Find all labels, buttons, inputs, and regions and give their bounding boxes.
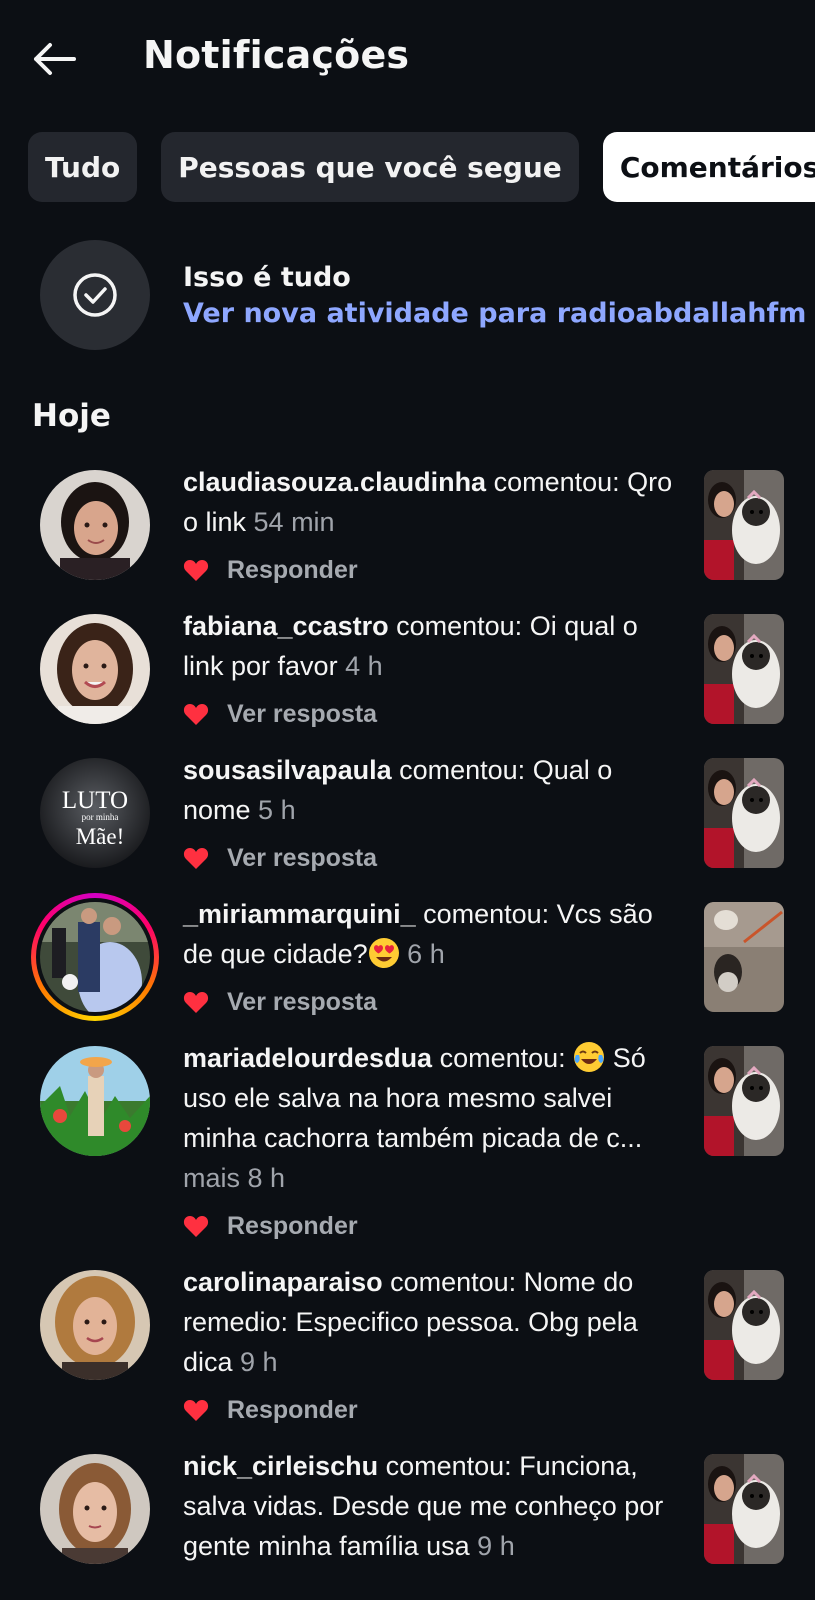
verb: comentou: — [432, 1043, 566, 1073]
heart-icon[interactable] — [183, 1398, 209, 1422]
notification-text: _miriammarquini_ comentou: Vcs são de qu… — [183, 894, 683, 974]
page-title: Notificações — [143, 33, 410, 77]
notification-actions: Responder — [183, 552, 358, 588]
section-title-today: Hoje — [32, 398, 111, 434]
notification-text: carolinaparaiso comentou: Nome do remedi… — [183, 1262, 683, 1382]
heart-icon[interactable] — [183, 990, 209, 1014]
verb: comentou: — [486, 467, 620, 497]
timestamp: 5 h — [250, 795, 296, 825]
view-reply-button[interactable]: Ver resposta — [227, 844, 377, 873]
notification-text: sousasilvapaula comentou: Qual o nome 5 … — [183, 750, 683, 830]
view-reply-button[interactable]: Ver resposta — [227, 700, 377, 729]
tab-following[interactable]: Pessoas que você segue — [161, 132, 579, 202]
heart-icon[interactable] — [183, 558, 209, 582]
timestamp: 9 h — [469, 1531, 515, 1561]
notification-text: fabiana_ccastro comentou: Oi qual o link… — [183, 606, 683, 686]
username[interactable]: sousasilvapaula — [183, 755, 392, 785]
reply-button[interactable]: Responder — [227, 1212, 358, 1241]
verb: comentou: — [391, 755, 526, 785]
more-link[interactable]: mais — [183, 1163, 240, 1193]
username[interactable]: claudiasouza.claudinha — [183, 467, 486, 497]
timestamp: 54 min — [246, 507, 335, 537]
tab-all[interactable]: Tudo — [28, 132, 138, 202]
verb: comentou: — [378, 1451, 512, 1481]
avatar-text-mae: Mãe! — [76, 824, 125, 849]
verb: comentou: — [415, 899, 550, 929]
avatar[interactable]: LUTO por minha Mãe! — [40, 758, 150, 868]
username[interactable]: carolinaparaiso — [183, 1267, 383, 1297]
verb: comentou: — [388, 611, 523, 641]
filter-tabs: Tudo Pessoas que você segue Comentários — [28, 132, 815, 202]
heart-icon[interactable] — [183, 846, 209, 870]
username[interactable]: mariadelourdesdua — [183, 1043, 432, 1073]
post-thumbnail[interactable] — [704, 1046, 784, 1156]
avatar[interactable] — [40, 1046, 150, 1156]
notification-text: claudiasouza.claudinha comentou: Qro o l… — [183, 462, 683, 542]
post-thumbnail[interactable] — [704, 470, 784, 580]
caught-up-title: Isso é tudo — [183, 262, 351, 293]
heart-icon[interactable] — [183, 702, 209, 726]
post-thumbnail[interactable] — [704, 1454, 784, 1564]
username[interactable]: fabiana_ccastro — [183, 611, 389, 641]
timestamp: 4 h — [337, 651, 383, 681]
caught-up-badge — [40, 240, 150, 350]
heart-icon[interactable] — [183, 1214, 209, 1238]
notification-actions: Ver resposta — [183, 984, 377, 1020]
post-thumbnail[interactable] — [704, 1270, 784, 1380]
back-button[interactable] — [26, 34, 82, 84]
notification-text: nick_cirleischu comentou: Funciona, salv… — [183, 1446, 683, 1566]
reply-button[interactable]: Responder — [227, 1396, 358, 1425]
notification-actions: Ver resposta — [183, 696, 377, 732]
avatar[interactable] — [40, 902, 150, 1012]
header: Notificações — [0, 0, 815, 118]
notification-text: mariadelourdesdua comentou: Só uso ele s… — [183, 1038, 683, 1198]
avatar-story-ring[interactable] — [31, 893, 159, 1021]
timestamp: 9 h — [232, 1347, 278, 1377]
post-thumbnail[interactable] — [704, 758, 784, 868]
caught-up-row: Isso é tudo Ver nova atividade para radi… — [40, 240, 806, 350]
verb: comentou: — [382, 1267, 517, 1297]
username[interactable]: nick_cirleischu — [183, 1451, 378, 1481]
notification-actions: Ver resposta — [183, 840, 377, 876]
tab-comments[interactable]: Comentários — [602, 132, 815, 202]
avatar[interactable] — [40, 1270, 150, 1380]
avatar-text-por-minha: por minha — [82, 812, 119, 822]
arrow-left-icon — [34, 43, 76, 75]
check-circle-icon — [73, 273, 117, 317]
avatar[interactable] — [40, 1454, 150, 1564]
post-thumbnail[interactable] — [704, 614, 784, 724]
notification-actions: Responder — [183, 1208, 358, 1244]
avatar-text-luto: LUTO — [62, 787, 128, 814]
avatar[interactable] — [40, 470, 150, 580]
heart-eyes-emoji-icon — [368, 938, 399, 968]
timestamp: 8 h — [240, 1163, 286, 1193]
reply-button[interactable]: Responder — [227, 556, 358, 585]
post-thumbnail[interactable] — [704, 902, 784, 1012]
avatar[interactable] — [40, 614, 150, 724]
notification-actions: Responder — [183, 1392, 358, 1428]
new-activity-link[interactable]: Ver nova atividade para radioabdallahfm — [183, 298, 806, 329]
timestamp: 6 h — [399, 939, 445, 969]
username[interactable]: _miriammarquini_ — [183, 899, 416, 929]
view-reply-button[interactable]: Ver resposta — [227, 988, 377, 1017]
tears-of-joy-emoji-icon — [574, 1042, 605, 1072]
